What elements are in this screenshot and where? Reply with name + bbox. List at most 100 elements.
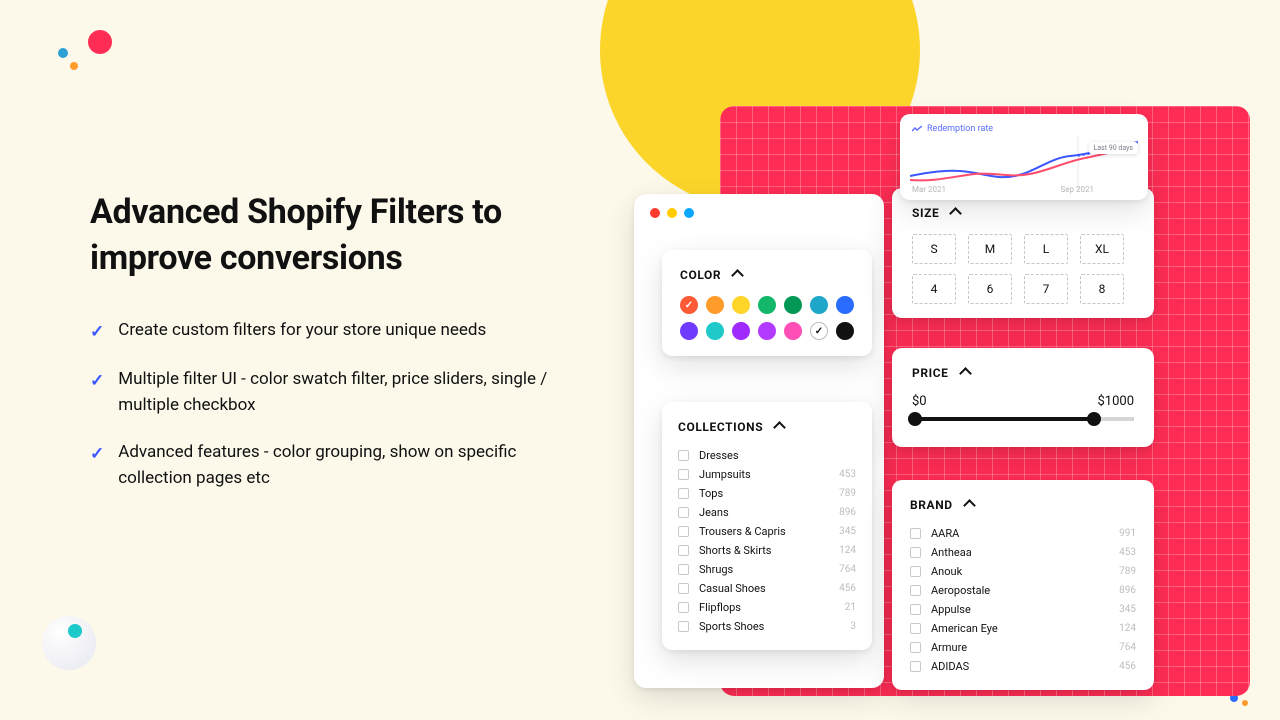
window-traffic-lights [634, 194, 884, 232]
color-swatch[interactable] [758, 322, 776, 340]
list-item[interactable]: Shorts & Skirts 124 [678, 541, 856, 560]
list-item-count: 456 [839, 583, 856, 594]
chart-xlabel-left: Mar 2021 [912, 185, 946, 194]
list-item-label: Shorts & Skirts [699, 544, 772, 557]
list-item[interactable]: Anouk789 [910, 562, 1136, 581]
checkbox[interactable] [678, 507, 689, 518]
color-swatch[interactable] [680, 296, 698, 314]
filter-title-price[interactable]: PRICE [912, 366, 1134, 380]
checkbox[interactable] [910, 661, 921, 672]
list-item[interactable]: Shrugs764 [678, 560, 856, 579]
price-slider[interactable] [912, 417, 1134, 421]
size-option[interactable]: 6 [968, 274, 1012, 304]
list-item-count: 453 [1119, 547, 1136, 558]
price-min: $0 [912, 394, 927, 409]
close-icon [650, 208, 660, 218]
list-item[interactable]: Jeans896 [678, 503, 856, 522]
list-item-count: 3 [850, 621, 856, 632]
checkbox[interactable] [910, 623, 921, 634]
list-item[interactable]: Sports Shoes3 [678, 617, 856, 636]
list-item[interactable]: Aeropostale896 [910, 581, 1136, 600]
checkbox[interactable] [910, 642, 921, 653]
list-item[interactable]: Trousers & Capris 345 [678, 522, 856, 541]
color-swatch[interactable] [836, 322, 854, 340]
filter-brand-card: BRAND AARA 991 Antheaa453Anouk789Aeroposta… [892, 480, 1154, 690]
filter-title-brand[interactable]: BRAND [910, 498, 1136, 512]
checkbox[interactable] [910, 528, 921, 539]
list-item[interactable]: Dresses [678, 446, 856, 465]
decor-dot [58, 48, 68, 58]
checkbox[interactable] [678, 450, 689, 461]
maximize-icon [684, 208, 694, 218]
filter-title-size[interactable]: SIZE [912, 206, 1134, 220]
size-option[interactable]: 4 [912, 274, 956, 304]
checkbox[interactable] [678, 469, 689, 480]
checkbox[interactable] [910, 604, 921, 615]
checkbox[interactable] [910, 547, 921, 558]
filter-collections-card: COLLECTIONS DressesJumpsuits453Tops789Je… [662, 402, 872, 650]
checkbox[interactable] [678, 564, 689, 575]
color-swatch[interactable] [732, 322, 750, 340]
checkbox[interactable] [678, 602, 689, 613]
list-item[interactable]: ADIDAS456 [910, 657, 1136, 676]
checkbox[interactable] [678, 545, 689, 556]
checkbox[interactable] [910, 566, 921, 577]
size-option[interactable]: M [968, 234, 1012, 264]
filter-title-color[interactable]: COLOR [680, 268, 854, 282]
check-icon: ✓ [90, 442, 104, 491]
slider-handle-max[interactable] [1087, 412, 1101, 426]
size-option[interactable]: L [1024, 234, 1068, 264]
checkbox[interactable] [678, 488, 689, 499]
size-option[interactable]: XL [1080, 234, 1124, 264]
color-swatch[interactable] [836, 296, 854, 314]
color-swatch[interactable] [732, 296, 750, 314]
size-option[interactable]: 7 [1024, 274, 1068, 304]
list-item[interactable]: Casual Shoes 456 [678, 579, 856, 598]
chart-redemption-rate: Redemption rate Mar 2021 Sep 2021 Last 9… [900, 114, 1148, 200]
minimize-icon [667, 208, 677, 218]
filter-title-collections[interactable]: COLLECTIONS [678, 420, 856, 434]
list-item-count: 896 [1119, 585, 1136, 596]
list-item-label: Casual Shoes [699, 582, 766, 595]
bullet-item: ✓Create custom filters for your store un… [90, 318, 570, 346]
filter-size-card: SIZE SML XL 4678 [892, 188, 1154, 318]
list-item[interactable]: Appulse345 [910, 600, 1136, 619]
color-swatch[interactable] [706, 322, 724, 340]
list-item-label: Jeans [699, 506, 729, 519]
list-item-label: AARA [931, 527, 959, 540]
checkbox[interactable] [678, 583, 689, 594]
sparkline-icon [912, 125, 922, 133]
checkbox[interactable] [678, 526, 689, 537]
list-item[interactable]: Armure764 [910, 638, 1136, 657]
bullet-item: ✓Advanced features - color grouping, sho… [90, 440, 570, 491]
list-item-count: 764 [839, 564, 856, 575]
size-option[interactable]: 8 [1080, 274, 1124, 304]
checkbox[interactable] [678, 621, 689, 632]
list-item[interactable]: Jumpsuits453 [678, 465, 856, 484]
slider-handle-min[interactable] [908, 412, 922, 426]
color-swatch[interactable] [680, 322, 698, 340]
color-swatch[interactable] [784, 322, 802, 340]
bullet-item: ✓Multiple filter UI - color swatch filte… [90, 367, 570, 418]
list-item[interactable]: American Eye124 [910, 619, 1136, 638]
color-swatch[interactable] [706, 296, 724, 314]
list-item-count: 345 [839, 526, 856, 537]
list-item-label: Dresses [699, 449, 739, 462]
list-item-count: 453 [839, 469, 856, 480]
color-swatch[interactable] [758, 296, 776, 314]
list-item-label: Trousers & Capris [699, 525, 786, 538]
color-swatch[interactable] [810, 322, 828, 340]
size-option[interactable]: S [912, 234, 956, 264]
list-item[interactable]: AARA 991 [910, 524, 1136, 543]
check-icon: ✓ [90, 369, 104, 418]
list-item[interactable]: Tops789 [678, 484, 856, 503]
list-item-count: 991 [1119, 528, 1136, 539]
checkbox[interactable] [910, 585, 921, 596]
color-swatch[interactable] [784, 296, 802, 314]
list-item-count: 124 [839, 545, 856, 556]
list-item[interactable]: Antheaa453 [910, 543, 1136, 562]
color-swatch[interactable] [810, 296, 828, 314]
list-item-count: 764 [1119, 642, 1136, 653]
list-item[interactable]: Flipflops21 [678, 598, 856, 617]
list-item-count: 124 [1119, 623, 1136, 634]
